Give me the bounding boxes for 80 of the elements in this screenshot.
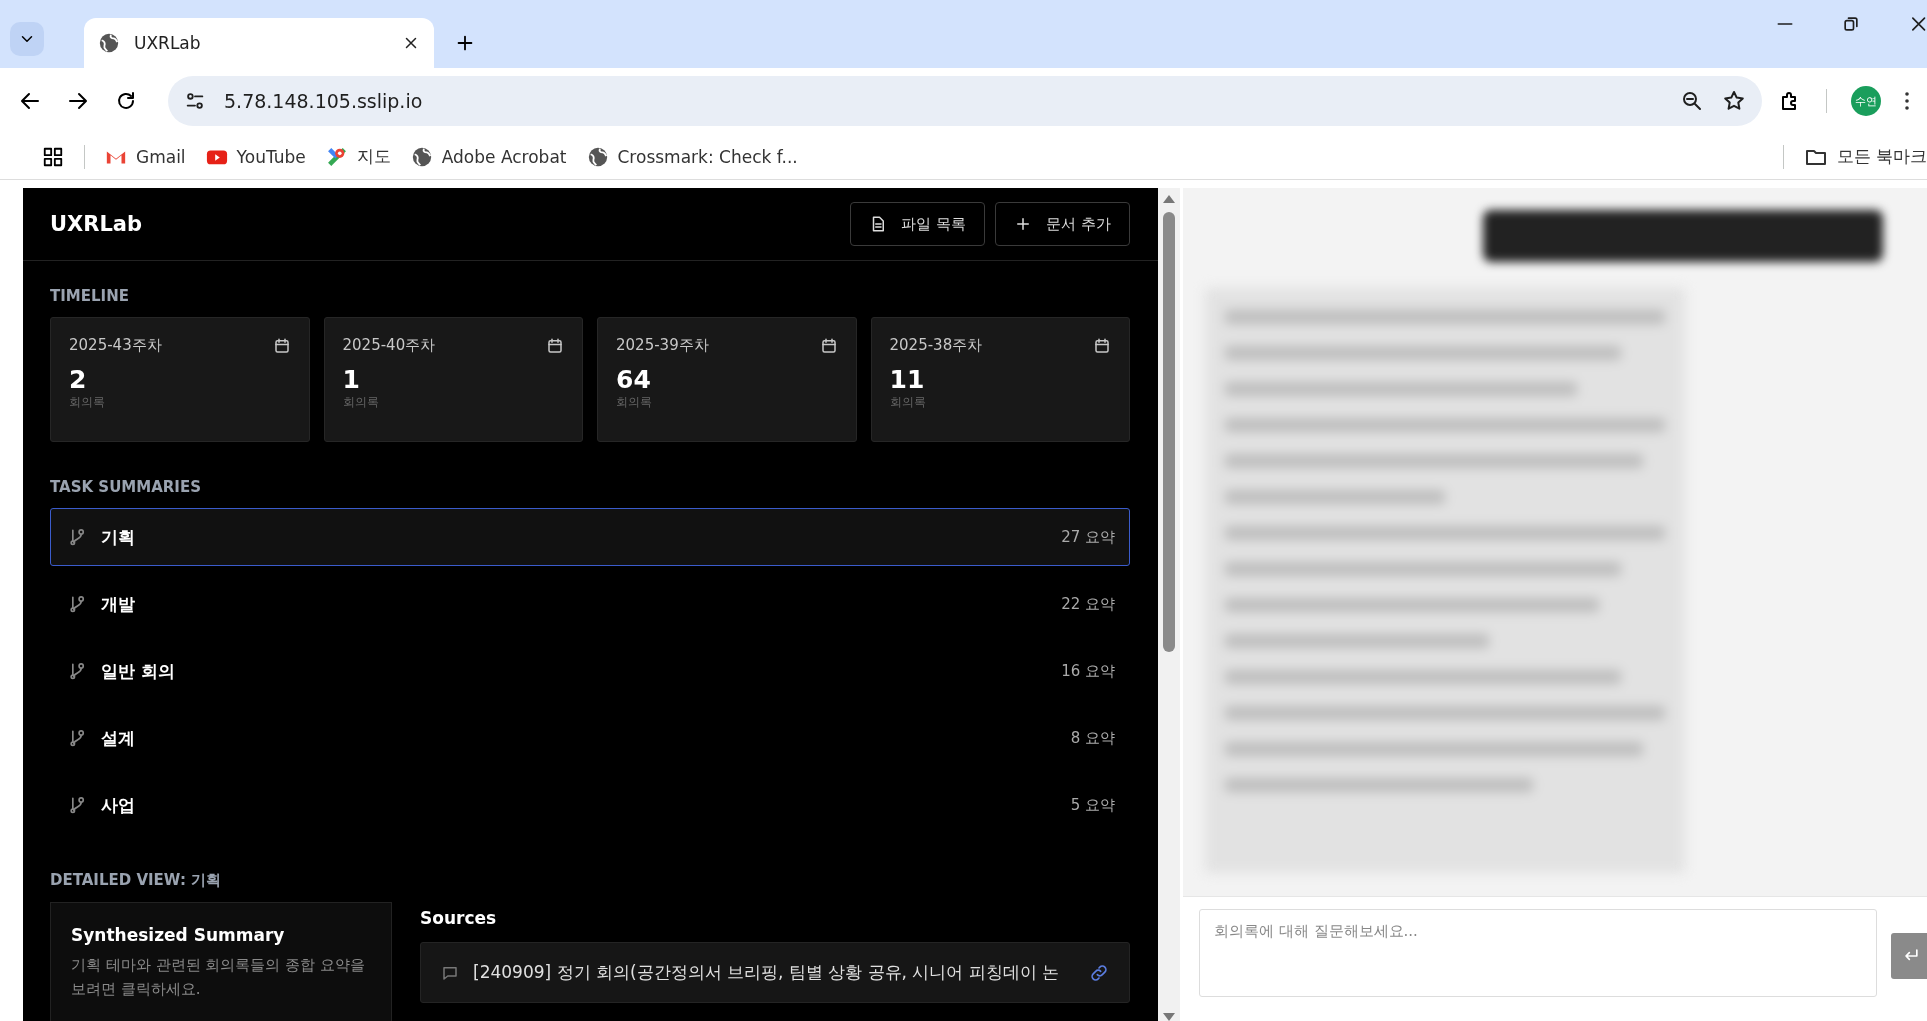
branch-icon <box>67 527 87 547</box>
scrollbar[interactable] <box>1158 188 1180 1021</box>
tab-title: UXRLab <box>134 33 202 53</box>
summary-count: 27 요약 <box>1061 527 1115 547</box>
apps-button[interactable] <box>42 145 64 168</box>
summary-title: Synthesized Summary <box>71 925 286 945</box>
send-button[interactable] <box>1891 933 1927 979</box>
meeting-count: 64 <box>616 365 652 394</box>
meeting-count: 11 <box>889 365 926 394</box>
source-title: [240909] 정기 회의(공간정의서 브리핑, 팀별 상황 공유, 시니어 피칭데이 논 <box>473 961 1061 984</box>
globe-icon <box>410 145 433 168</box>
summary-count: 5 요약 <box>1070 795 1115 815</box>
week-card[interactable]: 2025-38주차 11 회의록 <box>870 317 1130 442</box>
week-label: 2025-38주차 <box>889 336 983 355</box>
map-pin-icon <box>325 145 348 168</box>
task-name: 설계 <box>101 726 136 750</box>
restore-icon[interactable] <box>1841 14 1861 34</box>
task-name: 사업 <box>101 793 136 817</box>
question-field[interactable]: 회의록에 대해 질문해보세요... <box>1199 909 1877 997</box>
branch-icon <box>67 795 87 815</box>
more-icon <box>1905 92 1909 110</box>
summary-text: 기획 테마와 관련된 회의록들의 종합 요약을 보려면 클릭하세요. <box>71 955 366 1000</box>
task-row[interactable]: 기획 27 요약 <box>50 508 1130 566</box>
globe-icon <box>586 145 609 168</box>
week-card[interactable]: 2025-39주차 64 회의록 <box>597 317 857 442</box>
all-bookmarks-button[interactable]: 모든 북마크 <box>1803 144 1927 169</box>
week-label: 2025-43주차 <box>69 336 162 355</box>
task-name: 개발 <box>101 592 136 616</box>
more-button[interactable] <box>1905 92 1909 110</box>
branch-icon <box>67 594 87 614</box>
summary-count: 16 요약 <box>1061 661 1115 681</box>
url-text: 5.78.148.105.sslip.io <box>224 90 424 112</box>
app-title: UXRLab <box>50 212 143 236</box>
bookmark[interactable]: Gmail <box>105 145 186 168</box>
star-icon[interactable] <box>1722 89 1746 113</box>
calendar-icon <box>272 336 291 355</box>
section-heading: DETAILED VIEW: 기획 <box>50 871 223 890</box>
address-bar[interactable]: 5.78.148.105.sslip.io <box>168 76 1762 126</box>
calendar-icon <box>546 336 564 355</box>
week-label: 2025-40주차 <box>342 336 436 355</box>
bookmark[interactable]: Adobe Acrobat <box>410 145 567 168</box>
task-name: 기획 <box>101 525 136 549</box>
meeting-count: 2 <box>69 365 88 394</box>
branch-icon <box>67 661 87 681</box>
file-list-button[interactable]: 파일 목록 <box>850 202 986 246</box>
add-document-button[interactable]: 문서 추가 <box>995 202 1130 246</box>
task-row[interactable]: 설계 8 요약 <box>50 709 1130 767</box>
count-unit: 회의록 <box>616 394 653 411</box>
task-row[interactable]: 일반 회의 16 요약 <box>50 642 1130 700</box>
bookmark[interactable]: Crossmark: Check f... <box>586 145 798 168</box>
up-arrow-icon[interactable] <box>1162 194 1176 204</box>
bookmark[interactable]: 지도 <box>325 145 391 168</box>
count-unit: 회의록 <box>342 394 380 411</box>
week-card[interactable]: 2025-40주차 1 회의록 <box>323 317 583 442</box>
count-unit: 회의록 <box>889 394 927 411</box>
summary-card[interactable]: Synthesized Summary 기획 테마와 관련된 회의록들의 종합 요약을 보려면 클릭하세요. <box>50 902 392 1021</box>
section-heading: TIMELINE <box>50 287 130 305</box>
zoom-out-icon[interactable] <box>1680 89 1704 113</box>
week-label: 2025-39주차 <box>616 336 709 355</box>
section-heading: TASK SUMMARIES <box>50 478 202 496</box>
summary-count: 22 요약 <box>1061 594 1115 614</box>
source-item[interactable]: [240909] 정기 회의(공간정의서 브리핑, 팀별 상황 공유, 시니어 피칭데이 논 <box>420 942 1130 1003</box>
down-arrow-icon[interactable] <box>1162 1012 1176 1021</box>
count-unit: 회의록 <box>69 394 106 411</box>
task-name: 일반 회의 <box>101 659 176 683</box>
task-row[interactable]: 사업 5 요약 <box>50 776 1130 834</box>
meeting-count: 1 <box>342 365 361 394</box>
sources-heading: Sources <box>420 908 498 928</box>
globe-icon <box>98 32 120 54</box>
grid-icon <box>42 145 64 168</box>
week-card[interactable]: 2025-43주차 2 회의록 <box>50 317 310 442</box>
link-icon[interactable] <box>1089 962 1109 983</box>
calendar-icon <box>1093 336 1111 355</box>
calendar-icon <box>819 336 838 355</box>
branch-icon <box>67 728 87 748</box>
browser-tab[interactable]: UXRLab <box>84 18 434 68</box>
bookmark[interactable]: YouTube <box>205 145 306 168</box>
task-row[interactable]: 개발 22 요약 <box>50 575 1130 633</box>
site-settings-icon[interactable] <box>184 90 206 112</box>
summary-count: 8 요약 <box>1070 728 1115 748</box>
